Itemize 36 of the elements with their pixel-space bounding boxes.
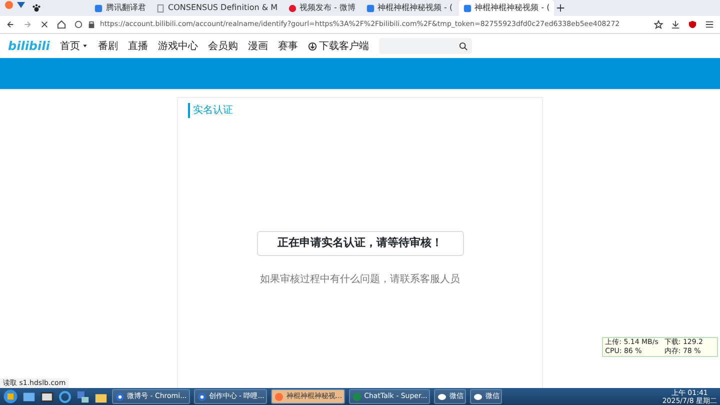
- search-field[interactable]: [378, 38, 472, 54]
- chat-bubble-icon: [437, 392, 448, 402]
- browser-tab[interactable]: 视频发布 - 微博: [284, 0, 360, 16]
- back-icon[interactable]: [6, 20, 15, 29]
- nav-link[interactable]: 下载客户端: [308, 38, 369, 54]
- nav-link[interactable]: 番剧: [98, 38, 118, 54]
- nav-link[interactable]: 赛事: [278, 38, 298, 54]
- help-text: 如果审核过程中有什么问题，请联系客服人员: [260, 272, 460, 286]
- home-icon[interactable]: [57, 20, 66, 29]
- menu-icon[interactable]: [705, 20, 714, 29]
- download-icon[interactable]: [671, 20, 680, 29]
- app-icon: [366, 4, 374, 12]
- nav-link[interactable]: 直播: [128, 38, 148, 54]
- browser-tab[interactable]: 神棍神棍神秘视频 - (: [362, 0, 457, 16]
- download-icon: [308, 42, 317, 50]
- chat-bubble-icon: [473, 392, 484, 402]
- bookmark-star-icon[interactable]: [654, 20, 663, 29]
- nav-link[interactable]: 会员购: [208, 38, 238, 54]
- section-title: 实名认证: [188, 103, 233, 118]
- browser-tab[interactable]: CONSENSUS Definition & M: [152, 0, 282, 16]
- caret-icon: [82, 43, 88, 49]
- app-icon: [462, 4, 472, 12]
- page-icon: [156, 4, 165, 12]
- app-icon: [94, 4, 103, 12]
- browser-tab[interactable]: 腾讯翻译君: [90, 0, 150, 16]
- nav-link[interactable]: 游戏中心: [158, 38, 198, 54]
- paw-icon: [32, 4, 41, 12]
- lock-icon: [87, 20, 96, 29]
- status-message: 正在申请实名认证，请等待审核！: [256, 231, 464, 256]
- nav-link[interactable]: 漫画: [248, 38, 268, 54]
- nav-link[interactable]: 首页: [60, 38, 88, 54]
- start-icon[interactable]: [3, 389, 18, 404]
- browser-tab[interactable]: 神棍神棍神秘视频 - (: [458, 0, 554, 16]
- window-icon[interactable]: [40, 390, 54, 404]
- search-icon[interactable]: [459, 42, 468, 50]
- stop-icon[interactable]: [40, 20, 49, 29]
